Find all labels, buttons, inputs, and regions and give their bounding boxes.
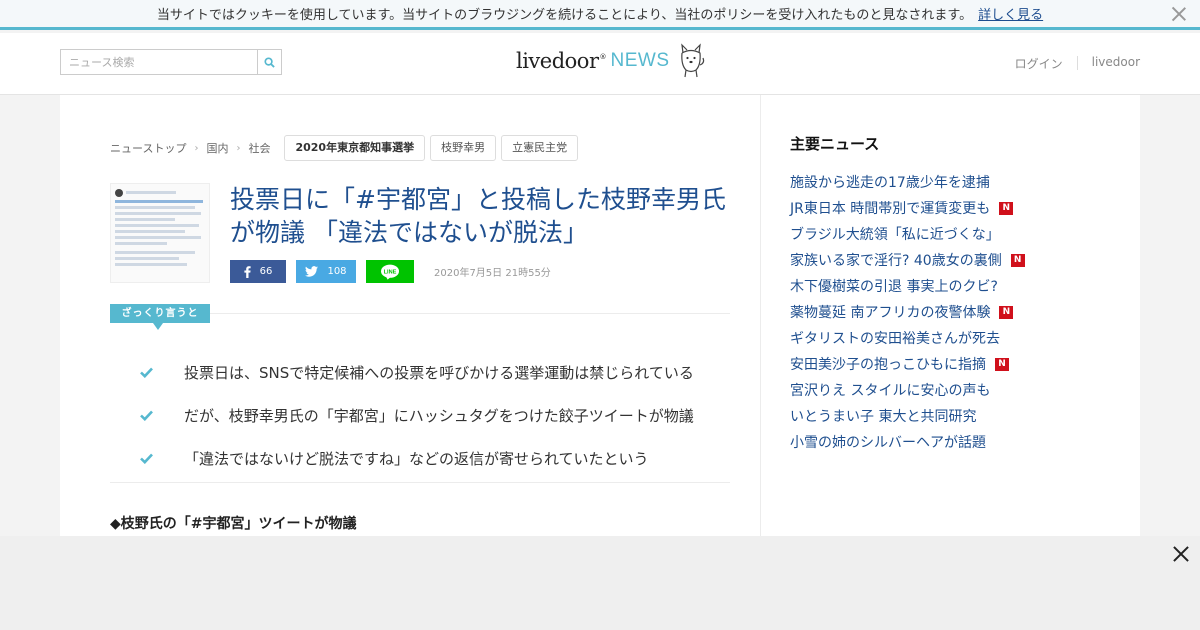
checkmark-icon [140, 450, 184, 468]
news-link[interactable]: 安田美沙子の抱っこひもに指摘 N [790, 351, 1110, 377]
publish-date: 2020年7月5日 21時55分 [434, 268, 551, 279]
site-header: livedoor ® NEWS ログイン livedoor [0, 33, 1200, 95]
cookie-banner: 当サイトではクッキーを使用しています。当サイトのブラウジングを続けることにより、… [0, 0, 1200, 30]
news-link-text: ギタリストの安田裕美さんが死去 [790, 331, 1000, 347]
share-bar: 66 108 LINE 2020年7月5日 21時55分 [230, 260, 551, 283]
logo-news: NEWS [610, 50, 670, 71]
news-link-text: いとうまい子 東大と共同研究 [790, 409, 977, 425]
facebook-icon [244, 265, 251, 278]
checkmark-icon [140, 407, 184, 425]
logo-livedoor: livedoor [516, 49, 599, 73]
line-icon-label: LINE [384, 269, 397, 275]
cookie-text: 当サイトではクッキーを使用しています。当サイトのブラウジングを続けることにより、… [156, 8, 973, 23]
new-badge: N [995, 357, 1009, 371]
ad-overlay [0, 536, 1200, 630]
summary-bottom-divider [110, 482, 730, 483]
new-badge: N [999, 201, 1014, 215]
search-button[interactable] [257, 50, 281, 74]
news-link-text: ブラジル大統領「私に近づくな」 [790, 227, 1000, 243]
summary-label: ざっくり言うと [110, 304, 210, 330]
news-link[interactable]: 薬物蔓延 南アフリカの夜警体験 N [790, 299, 1110, 325]
header-links: ログイン livedoor [1015, 55, 1140, 72]
news-link-text: JR東日本 時間帯別で運賃変更も [790, 201, 991, 217]
chevron-right-icon: › [236, 142, 241, 154]
dog-mascot-icon [680, 43, 704, 78]
cookie-more-link[interactable]: 詳しく見る [978, 4, 1043, 23]
tag-edano[interactable]: 枝野幸男 [430, 135, 497, 161]
news-link-text: 小雪の姉のシルバーヘアが話題 [790, 435, 986, 451]
summary-text: 「違法ではないけど脱法ですね」などの返信が寄せられていたという [184, 450, 649, 468]
livedoor-link[interactable]: livedoor [1092, 55, 1140, 72]
tag-tokyo-election[interactable]: 2020年東京都知事選挙 [284, 135, 426, 161]
breadcrumb-top[interactable]: ニューストップ [110, 140, 186, 156]
login-link[interactable]: ログイン [1015, 55, 1063, 72]
news-link-text: 施設から逃走の17歳少年を逮捕 [790, 175, 990, 191]
breadcrumb-society[interactable]: 社会 [248, 140, 270, 156]
article-title: 投票日に「#宇都宮」と投稿した枝野幸男氏が物議 「違法ではないが脱法」 [230, 185, 726, 247]
news-link[interactable]: 施設から逃走の17歳少年を逮捕 [790, 169, 1110, 195]
site-logo[interactable]: livedoor ® NEWS [516, 43, 706, 79]
search-input[interactable] [61, 50, 257, 74]
news-link-text: 家族いる家で淫行? 40歳女の裏側 [790, 253, 1002, 269]
sidebar-title: 主要ニュース [790, 135, 880, 153]
twitter-bird-icon [305, 266, 319, 277]
list-item: だが、枝野幸男氏の「宇都宮」にハッシュタグをつけた餃子ツイートが物議 [140, 394, 730, 437]
new-badge: N [1010, 253, 1025, 267]
list-item: 「違法ではないけど脱法ですね」などの返信が寄せられていたという [140, 437, 730, 480]
breadcrumb: ニューストップ › 国内 › 社会 2020年東京都知事選挙 枝野幸男 立憲民主… [110, 135, 579, 161]
breadcrumb-domestic[interactable]: 国内 [206, 140, 228, 156]
news-link-text: 宮沢りえ スタイルに安心の声も [790, 383, 991, 399]
facebook-share-button[interactable]: 66 [230, 260, 286, 283]
column-divider [760, 95, 761, 536]
summary-top-divider [210, 313, 730, 314]
twitter-count: 108 [327, 266, 347, 277]
close-icon[interactable] [1172, 545, 1190, 563]
summary-text: 投票日は、SNSで特定候補への投票を呼びかける選挙運動は禁じられている [184, 364, 694, 382]
chevron-right-icon: › [194, 142, 199, 154]
cookie-close-icon[interactable] [1170, 5, 1188, 23]
facebook-count: 66 [259, 266, 273, 277]
summary-list: 投票日は、SNSで特定候補への投票を呼びかける選挙運動は禁じられている だが、枝… [140, 351, 730, 480]
logo-registered-mark: ® [599, 53, 607, 61]
line-icon: LINE [381, 264, 399, 280]
tag-cdp[interactable]: 立憲民主党 [501, 135, 579, 161]
search-icon [264, 56, 275, 68]
news-link[interactable]: いとうまい子 東大と共同研究 [790, 403, 1110, 429]
page-content: ニューストップ › 国内 › 社会 2020年東京都知事選挙 枝野幸男 立憲民主… [60, 95, 1140, 536]
article-subhead: ◆枝野氏の「#宇都宮」ツイートが物議 [110, 516, 357, 532]
new-badge: N [999, 305, 1014, 319]
news-link[interactable]: ギタリストの安田裕美さんが死去 [790, 325, 1110, 351]
news-link[interactable]: 宮沢りえ スタイルに安心の声も [790, 377, 1110, 403]
article-thumbnail[interactable] [110, 183, 210, 283]
news-link[interactable]: 木下優樹菜の引退 事実上のクビ? [790, 273, 1110, 299]
checkmark-icon [140, 364, 184, 382]
news-link[interactable]: 家族いる家で淫行? 40歳女の裏側 N [790, 247, 1110, 273]
sidebar-main-news: 主要ニュース 施設から逃走の17歳少年を逮捕 JR東日本 時間帯別で運賃変更も N… [790, 133, 1110, 455]
news-link-text: 木下優樹菜の引退 事実上のクビ? [790, 279, 998, 295]
news-link-text: 薬物蔓延 南アフリカの夜警体験 [790, 305, 991, 321]
news-link[interactable]: ブラジル大統領「私に近づくな」 [790, 221, 1110, 247]
news-link-text: 安田美沙子の抱っこひもに指摘 [790, 357, 986, 373]
twitter-share-button[interactable]: 108 [296, 260, 356, 283]
news-link[interactable]: JR東日本 時間帯別で運賃変更も N [790, 195, 1110, 221]
search-box [60, 49, 282, 75]
news-link[interactable]: 小雪の姉のシルバーヘアが話題 [790, 429, 1110, 455]
summary-text: だが、枝野幸男氏の「宇都宮」にハッシュタグをつけた餃子ツイートが物議 [184, 407, 694, 425]
list-item: 投票日は、SNSで特定候補への投票を呼びかける選挙運動は禁じられている [140, 351, 730, 394]
header-divider [1076, 56, 1078, 70]
line-share-button[interactable]: LINE [366, 260, 414, 283]
